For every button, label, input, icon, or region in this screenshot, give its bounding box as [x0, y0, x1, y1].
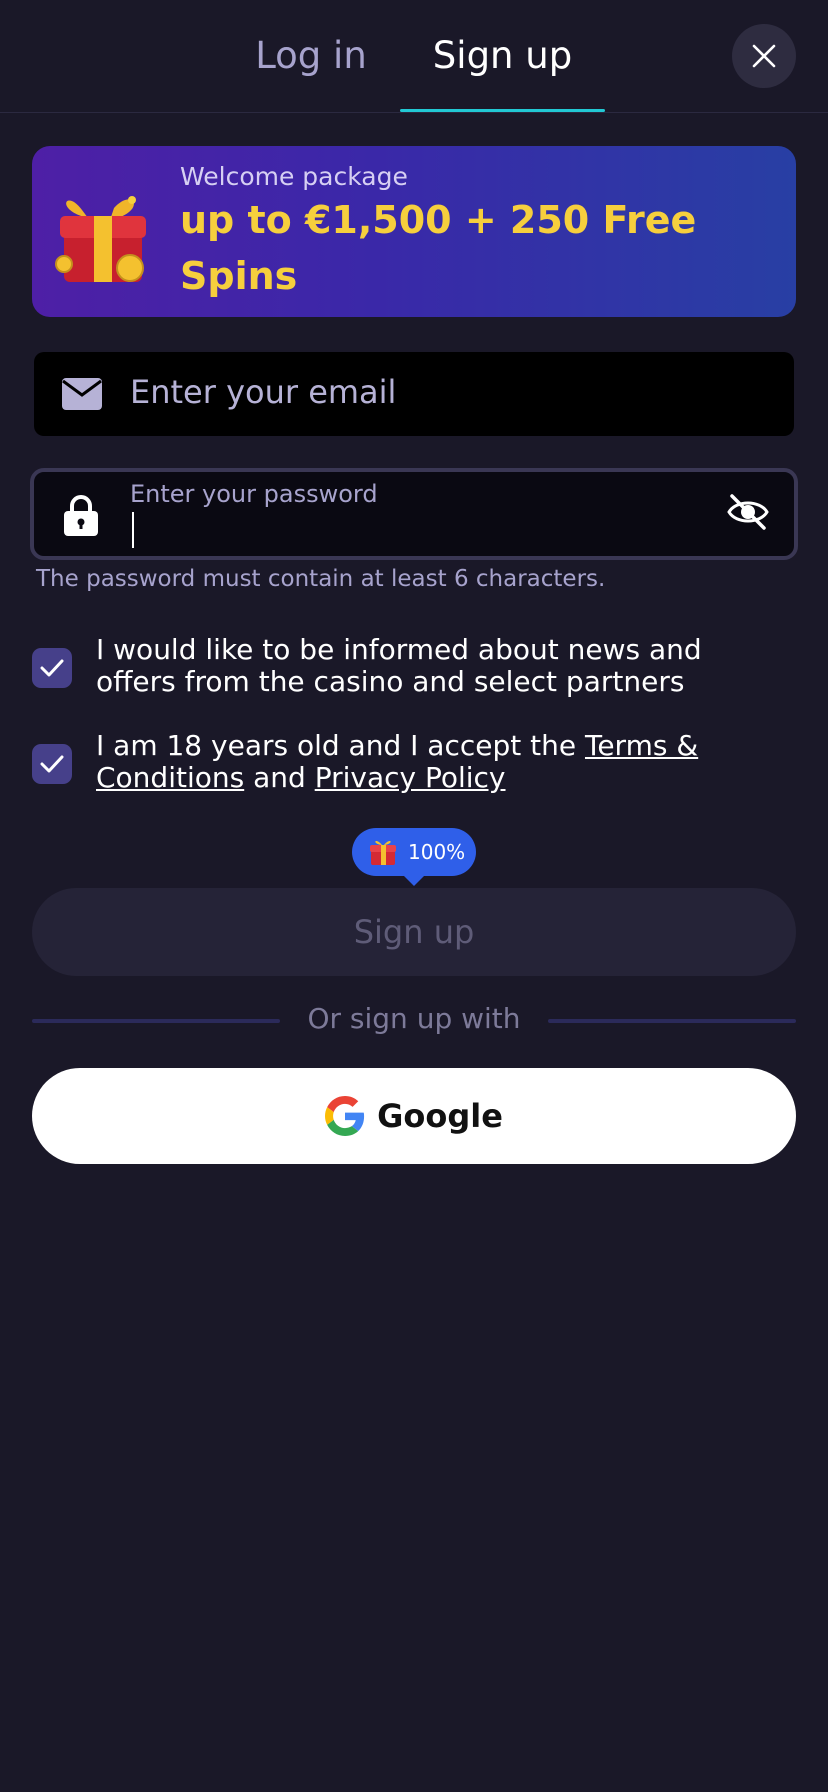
signup-modal: Log in Sign up Welcome package up to €1,… — [0, 0, 828, 1792]
divider-line-left — [32, 1019, 280, 1023]
news-consent-text: I would like to be informed about news a… — [96, 633, 702, 698]
age-consent-middle: and — [244, 761, 315, 794]
tab-login[interactable]: Log in — [240, 30, 382, 82]
welcome-banner: Welcome package up to €1,500 + 250 Free … — [32, 146, 796, 317]
close-button[interactable] — [732, 24, 796, 88]
active-tab-indicator — [400, 109, 605, 112]
news-consent-checkbox[interactable] — [32, 648, 72, 688]
checkmark-icon — [40, 659, 64, 677]
privacy-policy-link[interactable]: Privacy Policy — [315, 761, 506, 794]
text-caret — [132, 512, 134, 548]
google-button-label: Google — [377, 1097, 503, 1135]
divider-text: Or sign up with — [307, 1002, 521, 1035]
envelope-icon — [62, 378, 102, 410]
banner-title: up to €1,500 + 250 Free Spins — [180, 198, 697, 298]
bonus-percent: 100% — [408, 840, 466, 864]
password-field[interactable]: Enter your password — [30, 468, 798, 560]
age-consent-checkbox[interactable] — [32, 744, 72, 784]
age-consent-text: I am 18 years old and I accept the Terms… — [96, 730, 736, 794]
eye-off-icon[interactable] — [726, 490, 770, 534]
gift-icon — [55, 196, 146, 282]
bonus-badge: 100% — [352, 828, 476, 876]
signup-button[interactable]: Sign up — [32, 888, 796, 976]
google-logo-icon — [325, 1096, 365, 1136]
lock-icon — [64, 495, 98, 536]
badge-pointer — [402, 874, 426, 886]
age-consent-prefix: I am 18 years old and I accept the — [96, 729, 585, 762]
divider-line-right — [548, 1019, 796, 1023]
gift-icon — [370, 840, 396, 865]
banner-subtitle: Welcome package — [180, 162, 408, 191]
auth-tabs: Log in Sign up — [0, 0, 828, 113]
google-signup-button[interactable]: Google — [32, 1068, 796, 1164]
close-icon — [752, 44, 776, 68]
password-label: Enter your password — [130, 480, 378, 508]
checkmark-icon — [40, 755, 64, 773]
email-field[interactable]: Enter your email — [34, 352, 794, 436]
password-hint: The password must contain at least 6 cha… — [36, 566, 606, 592]
tab-signup[interactable]: Sign up — [400, 30, 605, 82]
email-placeholder: Enter your email — [130, 373, 397, 411]
